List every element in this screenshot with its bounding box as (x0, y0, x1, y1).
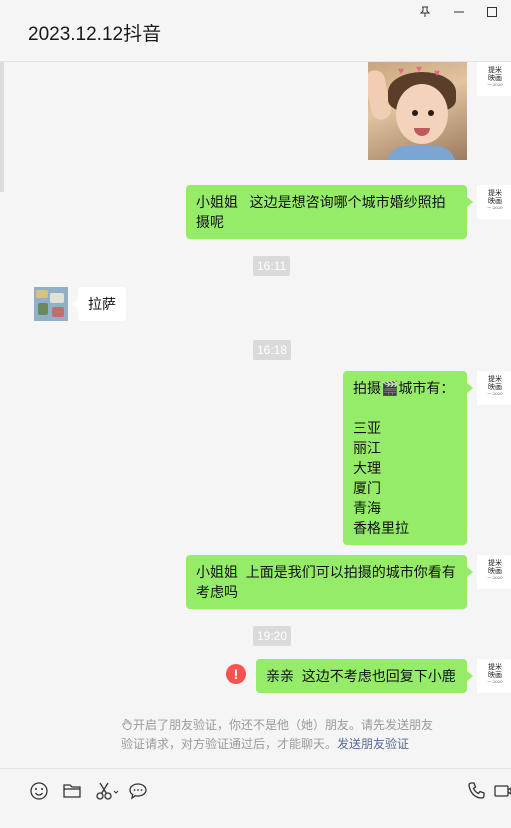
self-avatar[interactable]: 提米 映画一 2020 (477, 659, 511, 693)
brand-logo: 提米 映画一 2020 (487, 559, 503, 580)
chat-bubble-icon[interactable] (128, 781, 148, 801)
timestamp: 16:18 (253, 340, 292, 360)
send-verification-link[interactable]: 发送朋友验证 (337, 737, 409, 751)
self-avatar[interactable]: 提米 映画一 2020 (477, 62, 511, 96)
avatar-detail (52, 307, 64, 317)
message-bubble-sent[interactable]: 亲亲 这边不考虑也回复下小鹿 (256, 659, 473, 693)
photo-eye (412, 110, 418, 116)
video-icon[interactable] (494, 781, 511, 801)
photo-shirt (386, 146, 456, 160)
minimize-icon[interactable] (451, 4, 467, 20)
friend-verification-notice: 开启了朋友验证，你还不是他（她）朋友。请先发送朋友验证请求，对方验证通过后，才能… (121, 716, 441, 754)
self-avatar[interactable]: 提米 映画一 2020 (477, 371, 511, 405)
scrollbar[interactable] (0, 62, 4, 192)
pin-icon[interactable] (417, 4, 433, 20)
brand-logo: 提米 映画一 2020 (487, 189, 503, 210)
contact-avatar[interactable] (34, 287, 68, 321)
chat-title: 2023.12.12抖音 (28, 24, 162, 45)
brand-logo: 提米 映画一 2020 (487, 375, 503, 396)
avatar-detail (36, 290, 48, 298)
avatar-detail (38, 303, 48, 315)
sent-photo[interactable]: ♥ ♥ ♥ (368, 62, 467, 160)
heart-icon: ♥ (416, 64, 422, 75)
message-bubble-sent[interactable]: 小姐姐 上面是我们可以拍摄的城市你看有考虑吗 (186, 555, 473, 609)
hand-icon (122, 719, 132, 730)
message-bubble-sent[interactable]: 拍摄🎬城市有： 三亚 丽江 大理 厦门 青海 香格里拉 (343, 371, 473, 545)
message-bubble-sent[interactable]: 小姐姐 这边是想咨询哪个城市婚纱照拍摄呢 (186, 185, 473, 239)
folder-icon[interactable] (62, 781, 82, 801)
emoji-icon[interactable] (29, 781, 49, 801)
timestamp: 19:20 (253, 626, 292, 646)
self-avatar[interactable]: 提米 映画一 2020 (477, 185, 511, 219)
timestamp: 16:11 (253, 256, 291, 276)
brand-logo: 提米 映画一 2020 (487, 663, 503, 684)
input-toolbar (0, 768, 511, 828)
heart-icon: ♥ (434, 68, 440, 79)
scissors-icon[interactable] (95, 781, 119, 801)
message-bubble-received[interactable]: 拉萨 (72, 287, 126, 321)
title-bar: 2023.12.12抖音 (0, 0, 511, 62)
phone-icon[interactable] (467, 781, 487, 801)
send-failed-icon[interactable]: ! (226, 664, 246, 684)
maximize-icon[interactable] (484, 4, 500, 20)
brand-logo: 提米 映画一 2020 (487, 66, 503, 87)
photo-eye (428, 110, 434, 116)
avatar-detail (50, 293, 64, 303)
heart-icon: ♥ (398, 66, 404, 77)
self-avatar[interactable]: 提米 映画一 2020 (477, 555, 511, 589)
